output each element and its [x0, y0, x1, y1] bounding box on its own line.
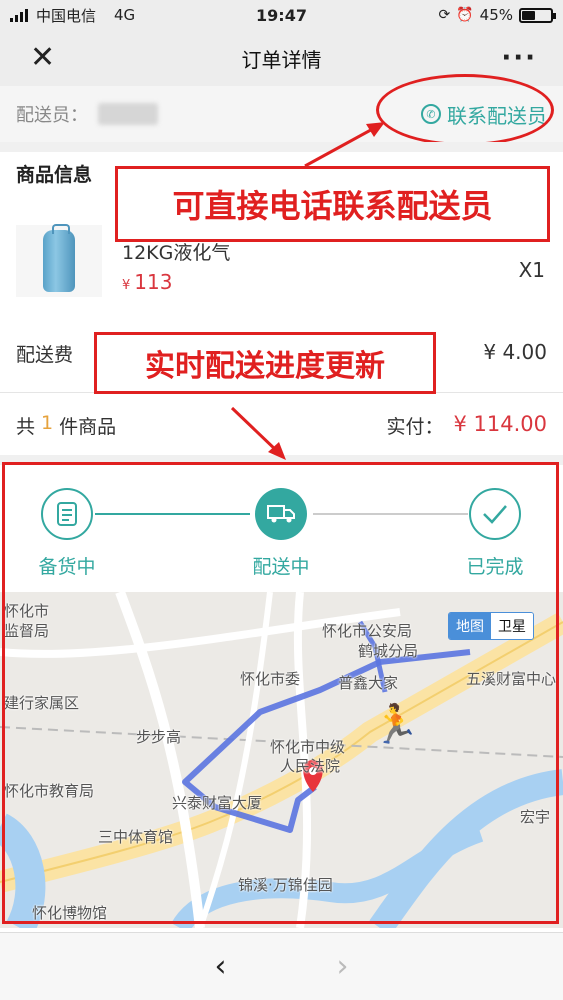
- map-label: 普鑫大家: [338, 674, 399, 692]
- product-name: 12KG液化气: [122, 242, 231, 264]
- step-delivering: 配送中: [226, 488, 336, 579]
- map-label: 三中体育馆: [98, 828, 174, 846]
- status-bar: 中国电信 4G 19:47 ⟳ ⏰ 45%: [0, 0, 563, 30]
- call-annotation: 可直接电话联系配送员: [115, 166, 550, 242]
- map-label: 怀化市公安局: [322, 622, 413, 640]
- back-icon[interactable]: ‹: [215, 949, 227, 984]
- map-label: 锦溪·万锦佳园: [238, 876, 333, 894]
- courier-name-blurred: [98, 103, 158, 125]
- truck-icon: [255, 488, 307, 540]
- map-label: 鹤城分局: [358, 642, 419, 660]
- paid-label: 实付：: [386, 416, 444, 438]
- step-label: 已完成: [466, 556, 524, 578]
- map-label: 怀化市教育局: [4, 782, 95, 800]
- map-label: 怀化市中级: [270, 738, 346, 756]
- map-label: 宏宇: [520, 808, 551, 826]
- bottom-nav: ‹ ›: [0, 932, 563, 1000]
- currency-symbol: ¥: [122, 278, 131, 293]
- section-gap: [0, 455, 563, 465]
- step-preparing: 备货中: [12, 488, 122, 579]
- close-icon[interactable]: ✕: [30, 43, 55, 73]
- map-view-button[interactable]: 地图: [449, 613, 491, 639]
- courier-label: 配送员：: [16, 105, 88, 126]
- battery-fill: [522, 10, 535, 20]
- document-icon: [41, 488, 93, 540]
- status-time: 19:47: [256, 5, 307, 25]
- map-label: 怀化博物馆: [32, 904, 108, 922]
- satellite-view-button[interactable]: 卫星: [491, 613, 533, 639]
- item-count: 1: [41, 412, 54, 434]
- map-label: 人民法院: [280, 757, 341, 775]
- fee-value: ¥ 4.00: [483, 340, 547, 364]
- goods-section-title: 商品信息: [16, 164, 93, 186]
- map-type-toggle[interactable]: 地图 卫星: [448, 612, 534, 640]
- fee-label: 配送费: [16, 344, 74, 366]
- map-label: 兴泰财富大厦: [172, 794, 263, 812]
- map-label: 建行家属区: [4, 694, 80, 712]
- order-summary-row: 共 1 件商品 实付： ¥ 114.00: [16, 412, 547, 439]
- annotation-ellipse: [376, 74, 554, 146]
- progress-annotation: 实时配送进度更新: [94, 332, 436, 394]
- summary-prefix: 共: [16, 416, 36, 438]
- delivery-map[interactable]: 🏃 怀化市 监督局 怀化市公安局 鹤城分局 怀化市委 五溪财富中心 建行家属区 …: [0, 592, 563, 928]
- page-title: 订单详情: [241, 47, 322, 72]
- map-label: 五溪财富中心: [466, 670, 557, 688]
- product-image[interactable]: [16, 224, 102, 297]
- map-label: 步步高: [136, 728, 182, 746]
- map-label: 怀化市: [4, 602, 50, 620]
- map-label: 怀化市委: [240, 670, 301, 688]
- check-icon: [469, 488, 521, 540]
- gas-tank-icon: [43, 224, 75, 292]
- step-label: 备货中: [38, 556, 96, 578]
- summary-suffix: 件商品: [59, 416, 117, 438]
- delivery-progress: 备货中 配送中 已完成: [0, 470, 563, 590]
- step-completed: 已完成: [440, 488, 550, 579]
- product-price: ¥113: [122, 270, 172, 294]
- paid-value: ¥ 114.00: [453, 412, 547, 436]
- more-icon[interactable]: ···: [501, 43, 537, 73]
- product-qty: X1: [518, 258, 545, 282]
- forward-icon[interactable]: ›: [337, 949, 349, 984]
- step-label: 配送中: [252, 556, 310, 578]
- map-label: 监督局: [4, 622, 50, 640]
- battery-icon: [519, 7, 556, 23]
- courier-runner-icon: 🏃: [372, 702, 420, 746]
- section-gap: [0, 142, 563, 152]
- price-value: 113: [134, 270, 173, 294]
